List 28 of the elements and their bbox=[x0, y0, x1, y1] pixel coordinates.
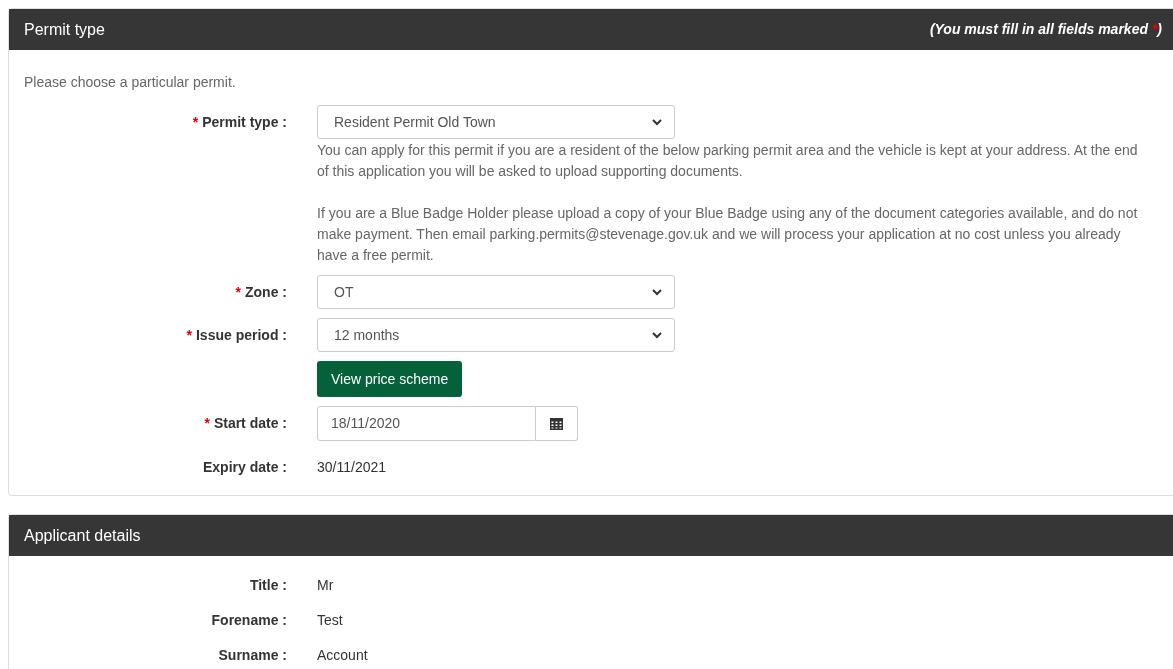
help-text: If you are a Blue Badge Holder please upload a copy of your Blue Badge using any of the document categories available, and do not make payment. Then email parking.permits@stevenage.gov.uk and we will process your application at no cost unless you already have a free permit. bbox=[317, 204, 1139, 265]
select-field[interactable]: Resident Permit Old Town bbox=[317, 105, 675, 139]
field-value: 30/11/2021 bbox=[317, 457, 387, 477]
calendar-button[interactable] bbox=[536, 406, 578, 441]
field-label: Surname : bbox=[218, 645, 287, 665]
select-field[interactable]: 12 months bbox=[317, 318, 675, 352]
help-text: You can apply for this permit if you are a resident of the below parking permit area and the vehicle is kept at your address. At the end of this application you will be asked to upload supporting documents. bbox=[317, 141, 1139, 181]
chevron-down-icon bbox=[652, 331, 662, 339]
field-label: * Permit type : bbox=[192, 112, 287, 132]
view-price-scheme-button[interactable]: View price scheme bbox=[317, 361, 463, 397]
chevron-down-icon bbox=[652, 288, 662, 296]
field-value: Mr bbox=[317, 575, 334, 595]
panel-title: Applicant details bbox=[24, 525, 141, 546]
field-label: Forename : bbox=[211, 610, 287, 630]
select-field[interactable]: OT bbox=[317, 275, 675, 309]
field-label: Expiry date : bbox=[202, 457, 287, 477]
field-label: * Start date : bbox=[204, 413, 287, 433]
date-field[interactable]: 18/11/2020 bbox=[317, 406, 536, 441]
field-label: * Issue period : bbox=[186, 325, 287, 345]
panel-title: Permit type bbox=[24, 19, 105, 40]
chevron-down-icon bbox=[652, 118, 662, 126]
field-label: Title : bbox=[249, 575, 287, 595]
required-fields-note: (You must fill in all fields marked *) bbox=[929, 20, 1162, 39]
field-value: Test bbox=[317, 610, 343, 630]
field-value: Account bbox=[317, 645, 368, 665]
calendar-icon bbox=[550, 417, 563, 430]
intro-text: Please choose a particular permit. bbox=[24, 73, 237, 92]
field-label: * Zone : bbox=[235, 282, 287, 302]
